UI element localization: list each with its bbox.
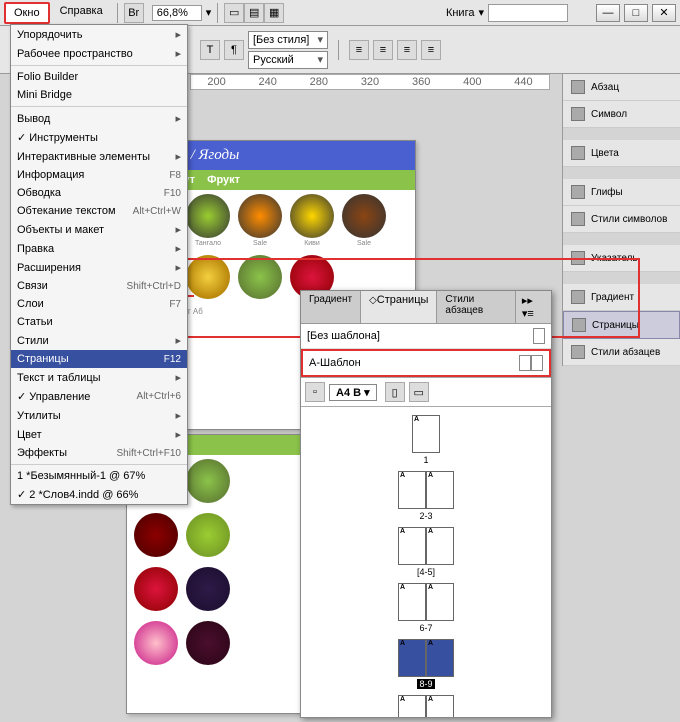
tab-gradient[interactable]: Градиент — [301, 291, 361, 323]
book-label: Книга — [446, 7, 475, 19]
menu-help[interactable]: Справка — [52, 2, 111, 24]
menu-item[interactable]: Рабочее пространство — [11, 44, 187, 63]
menu-item[interactable]: Статьи — [11, 313, 187, 331]
page-thumb[interactable]: AA6-7 — [398, 583, 454, 633]
panel-icon — [571, 212, 585, 226]
menu-window[interactable]: Окно — [4, 2, 50, 24]
menu-item[interactable]: Folio Builder — [11, 68, 187, 86]
menu-item[interactable]: Утилиты — [11, 406, 187, 425]
view-icon-3[interactable]: ▦ — [264, 3, 284, 23]
window-menu-dropdown: УпорядочитьРабочее пространство Folio Bui… — [10, 24, 188, 505]
menu-item[interactable]: Вывод — [11, 109, 187, 128]
page-thumb[interactable]: AA10-11 — [398, 695, 454, 717]
menu-item[interactable]: Расширения — [11, 258, 187, 277]
side-tab[interactable]: Стили символов — [563, 206, 680, 233]
minimize-button[interactable]: — — [596, 4, 620, 22]
orientation-landscape-icon[interactable]: ▭ — [409, 382, 429, 402]
side-tab[interactable]: Градиент — [563, 284, 680, 311]
para-icon[interactable]: ¶ — [224, 40, 244, 60]
view-icon-1[interactable]: ▭ — [224, 3, 244, 23]
orientation-portrait-icon[interactable]: ▯ — [385, 382, 405, 402]
side-panel-dock: АбзацСимвол Цвета ГлифыСтили символов Указа… — [562, 74, 680, 366]
separator — [217, 3, 218, 23]
panel-icon — [571, 146, 585, 160]
menu-item[interactable]: Стили — [11, 331, 187, 350]
menu-item[interactable]: 1 *Безымянный-1 @ 67% — [11, 467, 187, 485]
panel-icon — [571, 107, 585, 121]
align-center-icon[interactable]: ≡ — [373, 40, 393, 60]
side-tab[interactable]: Абзац — [563, 74, 680, 101]
menu-item[interactable]: ✓ 2 *Слов4.indd @ 66% — [11, 485, 187, 504]
page-thumb[interactable]: AA[4-5] — [398, 527, 454, 577]
close-button[interactable]: ✕ — [652, 4, 676, 22]
page-thumb[interactable]: AA2-3 — [398, 471, 454, 521]
pages-panel: Градиент ◇Страницы Стили абзацев ▸▸ ▾≡ [… — [300, 290, 552, 718]
side-tab[interactable]: Глифы — [563, 179, 680, 206]
side-tab[interactable]: Символ — [563, 101, 680, 128]
side-tab[interactable]: Стили абзацев — [563, 339, 680, 366]
panel-icon — [571, 251, 585, 265]
menu-item[interactable]: Mini Bridge — [11, 86, 187, 104]
panel-icon — [572, 318, 586, 332]
page-thumb[interactable]: AA8-9 — [398, 639, 454, 689]
menu-item[interactable]: Обтекание текстомAlt+Ctrl+W — [11, 202, 187, 220]
dropdown-icon[interactable]: ▾ — [478, 6, 484, 19]
page-thumb[interactable]: A1 — [412, 415, 440, 465]
menu-item[interactable]: СтраницыF12 — [11, 350, 187, 368]
tab-pages[interactable]: ◇Страницы — [361, 291, 437, 323]
tab-para-styles[interactable]: Стили абзацев — [437, 291, 515, 323]
panel-icon — [571, 185, 585, 199]
side-tab[interactable]: Страницы — [563, 311, 680, 339]
search-input[interactable] — [488, 4, 568, 22]
menu-item[interactable]: СвязиShift+Ctrl+D — [11, 277, 187, 295]
menu-item[interactable]: Правка — [11, 239, 187, 258]
menu-item[interactable]: ИнформацияF8 — [11, 166, 187, 184]
bridge-icon[interactable]: Br — [124, 3, 144, 23]
menu-item[interactable]: Объекты и макет — [11, 220, 187, 239]
separator — [117, 3, 118, 23]
horizontal-ruler: 200240280320360400440 — [190, 74, 550, 90]
menu-item[interactable]: Интерактивные элементы — [11, 147, 187, 166]
menu-item[interactable]: ОбводкаF10 — [11, 184, 187, 202]
char-style-combo[interactable]: [Без стиля] — [248, 31, 328, 49]
maximize-button[interactable]: □ — [624, 4, 648, 22]
view-icon-2[interactable]: ▤ — [244, 3, 264, 23]
side-tab[interactable]: Указатель — [563, 245, 680, 272]
menu-item[interactable]: Упорядочить — [11, 25, 187, 44]
menu-item[interactable]: ЭффектыShift+Ctrl+F10 — [11, 444, 187, 462]
page-size-icon[interactable]: ▫ — [305, 382, 325, 402]
align-right-icon[interactable]: ≡ — [397, 40, 417, 60]
panel-icon — [571, 80, 585, 94]
zoom-input[interactable]: 66,8% — [152, 5, 202, 21]
align-left-icon[interactable]: ≡ — [349, 40, 369, 60]
menu-item[interactable]: СлоиF7 — [11, 295, 187, 313]
page-size-combo[interactable]: A4 В ▾ — [329, 384, 377, 401]
menu-item[interactable]: Текст и таблицы — [11, 368, 187, 387]
master-none[interactable]: [Без шаблона] — [301, 324, 551, 349]
menu-item[interactable]: ✓ Инструменты — [11, 128, 187, 147]
master-a[interactable]: A-Шаблон — [301, 349, 551, 377]
menu-item[interactable]: Цвет — [11, 425, 187, 444]
panel-icon — [571, 290, 585, 304]
align-justify-icon[interactable]: ≡ — [421, 40, 441, 60]
panel-menu-icon[interactable]: ▸▸ ▾≡ — [516, 291, 551, 323]
menu-item[interactable]: ✓ УправлениеAlt+Ctrl+6 — [11, 387, 187, 406]
char-icon[interactable]: T — [200, 40, 220, 60]
dropdown-icon[interactable]: ▾ — [206, 6, 212, 19]
language-combo[interactable]: Русский — [248, 51, 328, 69]
side-tab[interactable]: Цвета — [563, 140, 680, 167]
panel-icon — [571, 345, 585, 359]
separator — [338, 40, 339, 60]
